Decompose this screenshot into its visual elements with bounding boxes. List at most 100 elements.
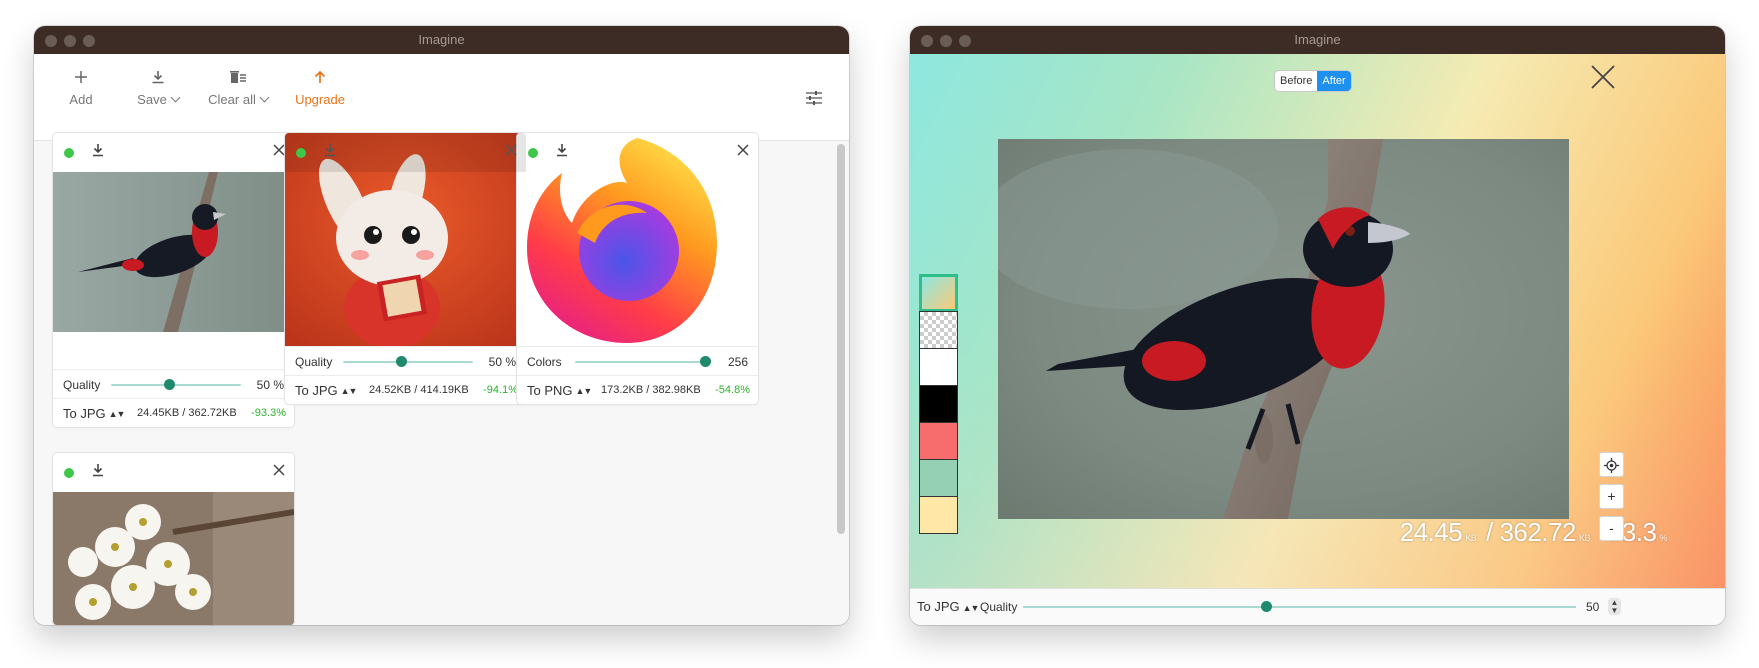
updown-arrows-icon: ▲▼ (575, 386, 593, 396)
image-card: Quality 50 % To JPG ▲▼ 24.52KB / 414.19KB… (285, 133, 526, 404)
chevron-down-icon (170, 92, 181, 103)
quality-stepper[interactable]: ▲ ▼ (1608, 598, 1621, 615)
card-header (53, 133, 294, 172)
file-size: 173.2KB / 382.98KB (601, 384, 701, 396)
zoom-window-button[interactable] (83, 35, 95, 47)
clear-all-button[interactable]: Clear all (204, 70, 272, 107)
window-title: Imagine (1294, 32, 1341, 47)
compressed-unit: KB (1465, 533, 1477, 543)
format-select[interactable]: To JPG ▲▼ (295, 383, 358, 398)
clear-all-label: Clear all (208, 92, 256, 107)
slider-label: Colors (527, 355, 562, 369)
add-button[interactable]: Add (65, 70, 97, 107)
window-title: Imagine (418, 32, 465, 47)
close-icon[interactable] (1590, 64, 1616, 95)
title-bar: Imagine (910, 26, 1725, 54)
card-header (517, 133, 758, 172)
swatch-transparent[interactable] (919, 311, 958, 349)
slider-knob[interactable] (164, 379, 175, 390)
slider-value: 50 % (256, 378, 284, 392)
size-stats: 24.45 KB / 362.72 KB -93.3% (1400, 517, 1670, 548)
slider-label: Quality (63, 378, 101, 392)
status-dot (64, 148, 74, 158)
preview-image[interactable] (998, 139, 1569, 519)
swatch-white[interactable] (919, 348, 958, 386)
size-reduction: -93.3% (251, 407, 286, 419)
format-row: To JPG ▲▼ 24.52KB / 414.19KB -94.1% (285, 375, 526, 404)
plus-icon (65, 70, 97, 90)
close-icon[interactable] (272, 463, 286, 482)
updown-arrows-icon: ▲▼ (340, 386, 358, 396)
status-dot (528, 148, 538, 158)
close-icon[interactable] (736, 143, 750, 162)
download-icon[interactable] (91, 143, 105, 162)
card-header (53, 453, 294, 492)
after-button[interactable]: After (1317, 71, 1351, 91)
clear-list-icon (204, 70, 272, 90)
minimize-window-button[interactable] (64, 35, 76, 47)
updown-arrows-icon: ▲▼ (108, 409, 126, 419)
save-label: Save (137, 92, 167, 107)
swatch-yellow[interactable] (919, 496, 958, 534)
format-row: To JPG ▲▼ 24.45KB / 362.72KB -93.3% (53, 398, 294, 427)
original-unit: KB (1578, 533, 1591, 543)
zoom-window-button[interactable] (959, 35, 971, 47)
slider-value: 50 % (488, 355, 516, 369)
swatch-green[interactable] (919, 459, 958, 497)
compressed-size: 24.45 (1399, 517, 1463, 547)
upgrade-label: Upgrade (295, 92, 345, 107)
quality-slider[interactable] (111, 379, 241, 390)
before-after-toggle: Before After (1275, 71, 1351, 91)
quality-slider[interactable] (1023, 601, 1576, 612)
zoom-out-button[interactable]: - (1600, 517, 1623, 540)
download-icon[interactable] (323, 143, 337, 162)
format-select[interactable]: To JPG ▲▼ (917, 599, 980, 614)
download-icon[interactable] (555, 143, 569, 162)
scrollbar[interactable] (837, 144, 845, 534)
close-window-button[interactable] (921, 35, 933, 47)
format-select[interactable]: To JPG ▲▼ (63, 406, 126, 421)
quality-slider[interactable] (343, 356, 473, 367)
save-button[interactable]: Save (133, 70, 183, 107)
download-icon (133, 70, 183, 90)
bottom-bar: To JPG ▲▼ Quality 50 ▲ ▼ (910, 588, 1725, 625)
status-dot (296, 148, 306, 158)
slider-knob[interactable] (396, 356, 407, 367)
colors-row: Colors 256 (517, 346, 758, 375)
colors-slider[interactable] (575, 356, 711, 367)
swatch-red[interactable] (919, 422, 958, 460)
minimize-window-button[interactable] (940, 35, 952, 47)
bird-thumbnail[interactable] (53, 172, 294, 332)
status-dot (64, 468, 74, 478)
zoom-in-button[interactable]: + (1600, 485, 1623, 508)
image-card: Quality 50 % To JPG ▲▼ 24.45KB / 362.72KB… (53, 133, 294, 427)
toolbar: Add Save Clear all Upgrade (34, 54, 849, 141)
compressor-window: Imagine Add Save Clear all Upgrade Quali… (34, 26, 849, 625)
before-button[interactable]: Before (1275, 71, 1317, 91)
file-size: 24.45KB / 362.72KB (137, 407, 237, 419)
locate-button[interactable] (1600, 453, 1623, 476)
format-select[interactable]: To PNG ▲▼ (527, 383, 593, 398)
slider-knob[interactable] (1260, 601, 1272, 612)
slider-value: 256 (727, 355, 748, 369)
settings-sliders-icon[interactable] (805, 90, 823, 111)
card-spacer (53, 332, 294, 369)
quality-row: Quality 50 % (53, 369, 294, 398)
slider-knob[interactable] (699, 356, 711, 367)
close-icon[interactable] (272, 143, 286, 162)
arrow-up-icon (292, 70, 348, 90)
upgrade-button[interactable]: Upgrade (292, 70, 348, 107)
flowers-thumbnail[interactable] (53, 492, 294, 625)
close-window-button[interactable] (45, 35, 57, 47)
updown-arrows-icon: ▲▼ (962, 603, 980, 613)
download-icon[interactable] (91, 463, 105, 482)
image-card: Colors 256 To PNG ▲▼ 173.2KB / 382.98KB -… (517, 133, 758, 404)
slider-label: Quality (295, 355, 333, 369)
crosshair-icon (1604, 456, 1619, 473)
swatch-gradient[interactable] (919, 274, 958, 312)
swatch-black[interactable] (919, 385, 958, 423)
file-size: 24.52KB / 414.19KB (369, 384, 469, 396)
image-card (53, 453, 294, 625)
close-icon[interactable] (504, 143, 518, 162)
quality-label: Quality (980, 600, 1018, 614)
